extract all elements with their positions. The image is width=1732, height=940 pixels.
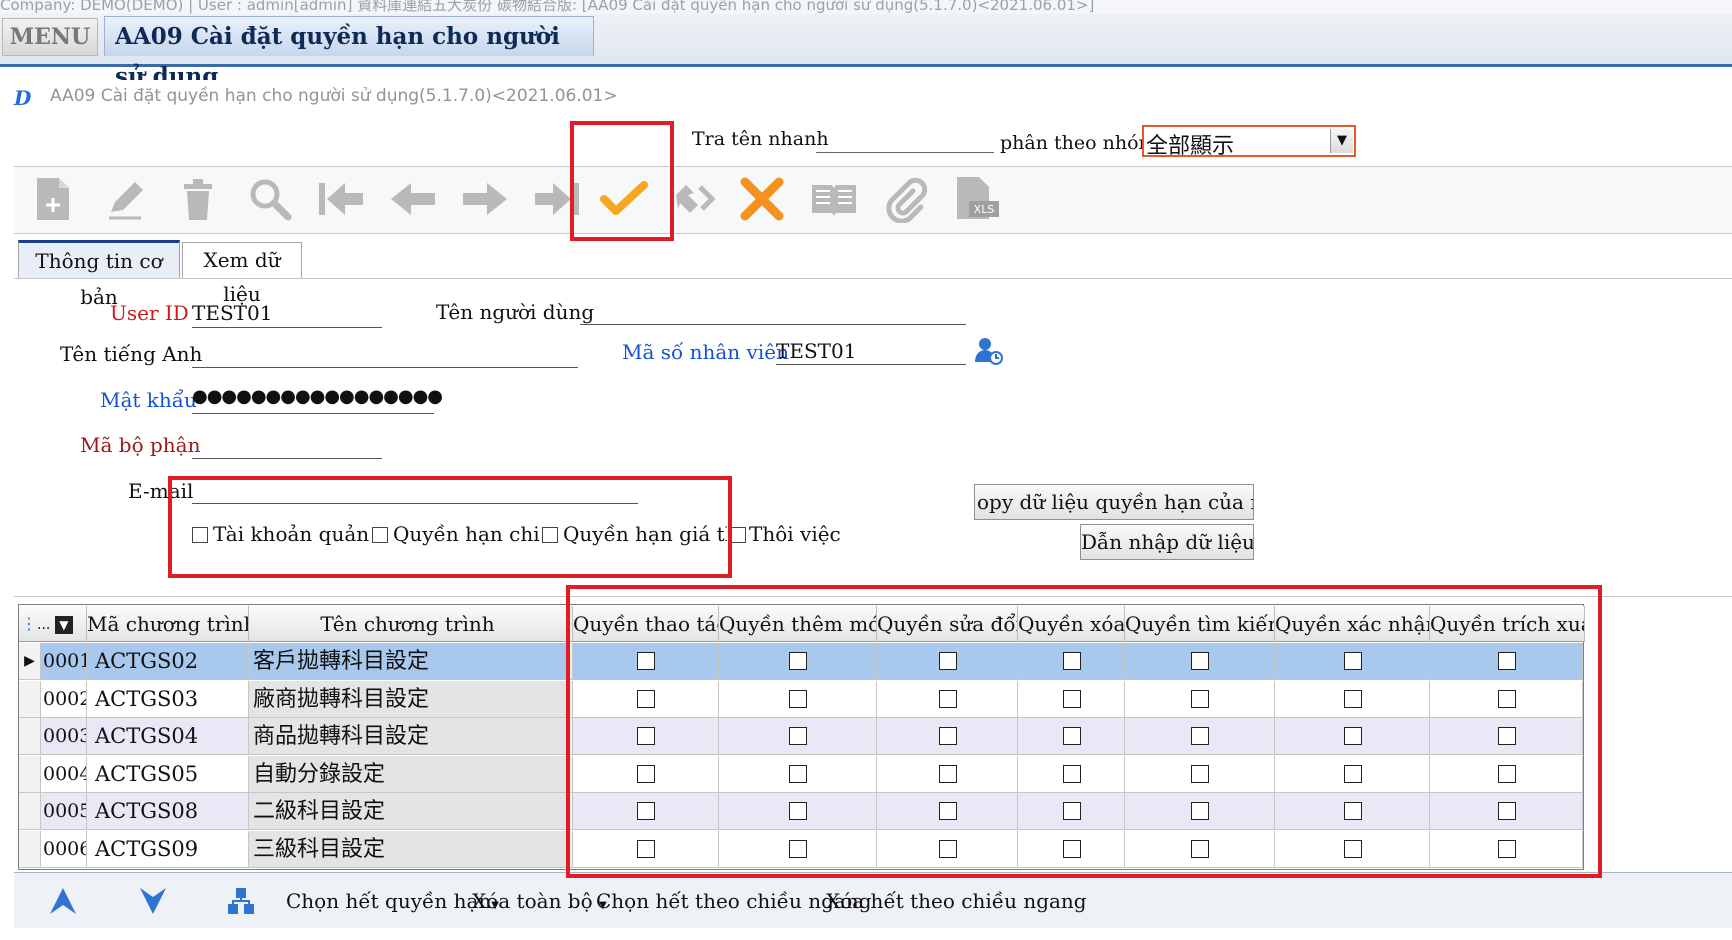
export-xls-icon[interactable]: XLS [949, 172, 1005, 226]
employee-no-field[interactable]: TEST01 [776, 339, 856, 363]
delete-trash-icon[interactable] [170, 172, 226, 226]
group-filter-label: phân theo nhóm [1000, 132, 1157, 154]
employee-no-label: Mã số nhân viên [622, 340, 789, 364]
employee-lookup-icon[interactable] [974, 336, 1004, 366]
quick-search-label: Tra tên nhanh [692, 128, 829, 150]
user-name-label: Tên người dùng [436, 300, 595, 324]
edit-pencil-icon[interactable] [97, 172, 153, 226]
row-indicator[interactable] [19, 680, 41, 718]
next-record-icon[interactable] [457, 172, 513, 226]
program-name-cell[interactable]: 二級科目設定 [249, 793, 567, 830]
highlight-confirm-button [570, 121, 674, 241]
row-number: 0004 [41, 755, 87, 793]
row-number: 0002 [41, 680, 87, 718]
select-all-permissions-menu[interactable]: Chọn hết quyền hạn▼ [286, 889, 499, 913]
row-number-header: ... [37, 617, 51, 633]
tree-structure-icon[interactable] [226, 886, 256, 916]
program-name-cell[interactable]: 客戶拋轉科目設定 [249, 643, 567, 680]
header-program-code[interactable]: Mã chương trình [87, 606, 249, 642]
group-filter-value: 全部顯示 [1146, 134, 1235, 159]
program-code-cell[interactable]: ACTGS03 [87, 680, 249, 718]
resigned-checkbox[interactable] [730, 527, 746, 543]
employee-no-underline [776, 364, 966, 365]
row-indicator[interactable] [19, 830, 41, 868]
row-indicator[interactable] [19, 793, 41, 830]
row-number: 0003 [41, 718, 87, 755]
quick-search-input[interactable] [816, 152, 994, 153]
row-number: 0001 [41, 643, 87, 680]
sort-down-icon[interactable]: ▼ [54, 616, 73, 634]
department-label: Mã bộ phận [80, 433, 201, 457]
search-magnifier-icon[interactable] [242, 172, 298, 226]
program-code-cell[interactable]: ACTGS04 [87, 718, 249, 755]
copy-permissions-button[interactable]: opy dữ liệu quyền hạn của ngườ [974, 484, 1254, 520]
current-row-arrow-icon[interactable]: ▶ [19, 643, 41, 680]
new-document-icon[interactable] [25, 172, 81, 226]
status-bar [0, 928, 1732, 940]
resigned-label: Thôi việc [749, 522, 841, 546]
password-label: Mật khẩu [100, 388, 197, 412]
import-data-button[interactable]: Dẫn nhập dữ liệu [1080, 524, 1254, 560]
highlight-permission-columns [566, 585, 1602, 878]
user-id-underline [192, 327, 382, 328]
cancel-x-icon[interactable] [734, 172, 790, 226]
row-indicator[interactable] [19, 718, 41, 755]
program-name-cell[interactable]: 廠商拋轉科目設定 [249, 680, 567, 718]
password-underline [192, 413, 434, 414]
english-name-label: Tên tiếng Anh [60, 342, 203, 366]
attachment-clip-icon[interactable] [877, 172, 933, 226]
clear-row-button[interactable]: Xóa hết theo chiều ngang [826, 889, 1087, 913]
refresh-icon[interactable] [666, 172, 722, 226]
user-name-field[interactable] [580, 324, 966, 325]
manual-book-icon[interactable] [806, 172, 862, 226]
previous-record-icon[interactable] [385, 172, 441, 226]
user-id-label: User ID [110, 301, 189, 325]
program-name-cell[interactable]: 三級科目設定 [249, 830, 567, 868]
program-code-cell[interactable]: ACTGS05 [87, 755, 249, 793]
program-code-cell[interactable]: ACTGS08 [87, 793, 249, 830]
row-number: 0006 [41, 830, 87, 868]
move-up-icon[interactable] [46, 884, 80, 918]
tab-view-data[interactable]: Xem dữ liệu [182, 242, 302, 306]
program-code-cell[interactable]: ACTGS02 [87, 643, 249, 680]
row-indicator[interactable] [19, 755, 41, 793]
move-down-icon[interactable] [136, 884, 170, 918]
menu-button[interactable]: MENU [2, 18, 98, 56]
department-field[interactable] [192, 458, 382, 459]
clear-all-menu[interactable]: Xóa toàn bộ ▼ [472, 889, 607, 913]
window-title-bar: Company: DEMO(DEMO) | User : admin[admin… [0, 0, 1732, 14]
app-tab-aa09[interactable]: AA09 Cài đặt quyền hạn cho người sử dụng [104, 16, 594, 90]
row-number: 0005 [41, 793, 87, 830]
english-name-field[interactable] [192, 367, 578, 368]
highlight-checkbox-options [168, 476, 732, 578]
header-program-name[interactable]: Tên chương trình [249, 606, 567, 642]
first-record-icon[interactable] [313, 172, 369, 226]
program-name-cell[interactable]: 商品拋轉科目設定 [249, 718, 567, 755]
password-field[interactable]: ●●●●●●●●●●●●●●●●● [192, 386, 443, 407]
program-code-cell[interactable]: ACTGS09 [87, 830, 249, 868]
app-logo-icon: D [14, 86, 32, 110]
user-id-field[interactable]: TEST01 [192, 301, 272, 325]
tab-strip-divider [14, 278, 1732, 279]
program-name-cell[interactable]: 自動分錄設定 [249, 755, 567, 793]
window-title: AA09 Cài đặt quyền hạn cho người sử dụng… [50, 86, 618, 106]
svg-text:XLS: XLS [974, 203, 995, 216]
tab-basic-info[interactable]: Thông tin cơ bản [18, 240, 180, 309]
chevron-down-icon[interactable]: ▼ [1330, 129, 1353, 153]
grid-column-selector[interactable]: ⋮... ▼ [19, 606, 87, 642]
column-menu-icon: ⋮ [21, 614, 37, 633]
